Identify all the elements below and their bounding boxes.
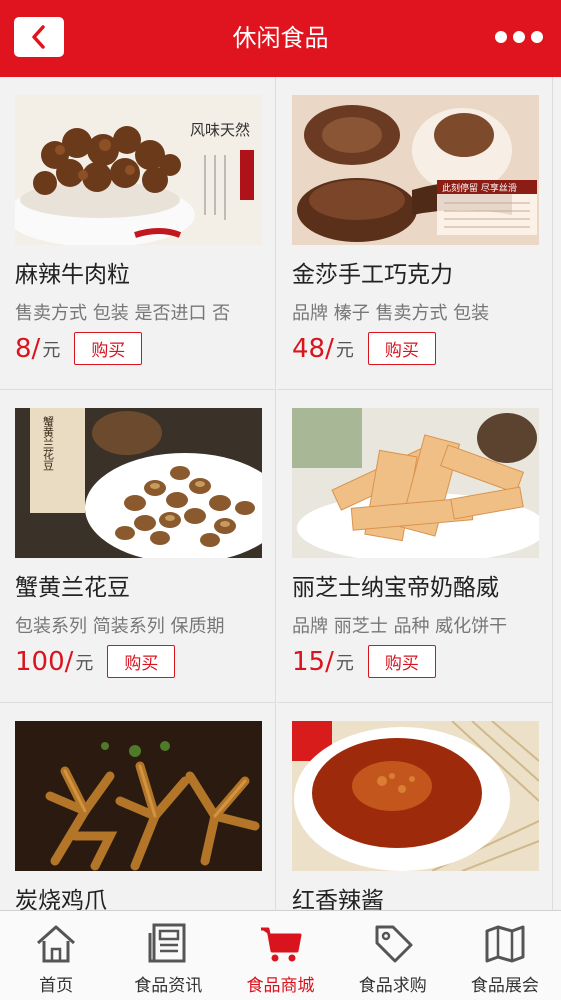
top-bar: 休闲食品 — [0, 0, 561, 77]
buy-button[interactable]: 购买 — [367, 332, 436, 365]
product-name[interactable]: 红香辣酱 — [292, 881, 384, 910]
tab-news[interactable]: 食品资讯 — [112, 911, 224, 1000]
vertical-calligraphy: 蟹黄兰花豆 — [42, 415, 55, 471]
tab-label: 食品求购 — [358, 976, 427, 996]
price-unit: 元 — [75, 652, 94, 674]
product-image-wafers[interactable] — [292, 408, 539, 558]
product-name[interactable]: 蟹黄兰花豆 — [15, 568, 130, 602]
map-icon — [485, 925, 525, 963]
product-card[interactable]: 此刻停留 尽享丝滑 金莎手工巧克力 品牌 榛子 售卖方式 包装 48/ 元 购买 — [277, 77, 553, 390]
buy-button[interactable]: 购买 — [107, 645, 176, 678]
product-name[interactable]: 炭烧鸡爪 — [15, 881, 107, 910]
page-title: 休闲食品 — [232, 24, 329, 52]
product-attributes: 包装系列 简装系列 保质期 — [15, 616, 225, 637]
product-attributes: 品牌 榛子 售卖方式 包装 — [292, 303, 490, 324]
product-price: 8/ — [15, 333, 41, 364]
product-card[interactable]: 风味天然 麻辣牛肉粒 售卖方式 包装 是否进口 否 8/ 元 购买 — [0, 77, 276, 390]
price-row: 8/ 元 购买 — [15, 332, 143, 365]
home-icon — [37, 925, 76, 963]
calligraphy-text: 风味天然 — [190, 121, 250, 139]
product-attributes: 售卖方式 包装 是否进口 否 — [15, 303, 231, 324]
price-row: 100/ 元 购买 — [15, 645, 176, 678]
banner-title-text: 此刻停留 尽享丝滑 — [442, 182, 517, 194]
product-image-chicken-feet[interactable] — [15, 721, 262, 871]
product-price: 100/ — [15, 646, 74, 677]
product-card[interactable]: 炭烧鸡爪 — [0, 703, 276, 910]
product-card[interactable]: 蟹黄兰花豆 蟹黄兰花豆 包装系列 简装系列 保质期 100/ 元 购买 — [0, 390, 276, 703]
price-unit: 元 — [42, 339, 61, 361]
tab-exhibition[interactable]: 食品展会 — [449, 911, 561, 1000]
tab-label: 食品商城 — [246, 976, 315, 996]
product-grid: 风味天然 麻辣牛肉粒 售卖方式 包装 是否进口 否 8/ 元 购买 此刻停留 尽… — [0, 77, 561, 910]
dot-icon — [531, 31, 543, 43]
dot-icon — [513, 31, 525, 43]
tab-label: 食品展会 — [470, 976, 539, 996]
bottom-tab-bar: 首页 食品资讯 食品商城 食品求购 食品展会 — [0, 910, 561, 1000]
news-icon — [148, 923, 186, 963]
dot-icon — [495, 31, 507, 43]
product-name[interactable]: 金莎手工巧克力 — [292, 255, 453, 289]
product-card[interactable]: 丽芝士纳宝帝奶酪威 品牌 丽芝士 品种 威化饼干 15/ 元 购买 — [277, 390, 553, 703]
product-name[interactable]: 丽芝士纳宝帝奶酪威 — [292, 568, 499, 602]
price-unit: 元 — [335, 339, 354, 361]
product-image-beans[interactable]: 蟹黄兰花豆 — [15, 408, 262, 558]
tag-icon — [375, 925, 413, 963]
product-image-beef[interactable]: 风味天然 — [15, 95, 262, 245]
tab-mall[interactable]: 食品商城 — [224, 911, 336, 1000]
tab-home[interactable]: 首页 — [0, 911, 112, 1000]
price-unit: 元 — [335, 652, 354, 674]
price-row: 48/ 元 购买 — [292, 332, 436, 365]
buy-button[interactable]: 购买 — [367, 645, 436, 678]
tab-purchase[interactable]: 食品求购 — [337, 911, 449, 1000]
tab-label: 首页 — [39, 976, 74, 996]
product-image-chili-sauce[interactable] — [292, 721, 539, 871]
product-price: 48/ — [292, 333, 334, 364]
product-attributes: 品牌 丽芝士 品种 威化饼干 — [292, 616, 508, 637]
cart-icon — [260, 927, 301, 962]
product-price: 15/ — [292, 646, 334, 677]
product-name[interactable]: 麻辣牛肉粒 — [15, 255, 130, 289]
buy-button[interactable]: 购买 — [74, 332, 143, 365]
product-image-chocolate[interactable]: 此刻停留 尽享丝滑 — [292, 95, 539, 245]
product-card[interactable]: 红香辣酱 — [277, 703, 553, 910]
more-menu-button[interactable] — [495, 28, 543, 46]
tab-label: 食品资讯 — [134, 976, 203, 996]
price-row: 15/ 元 购买 — [292, 645, 436, 678]
